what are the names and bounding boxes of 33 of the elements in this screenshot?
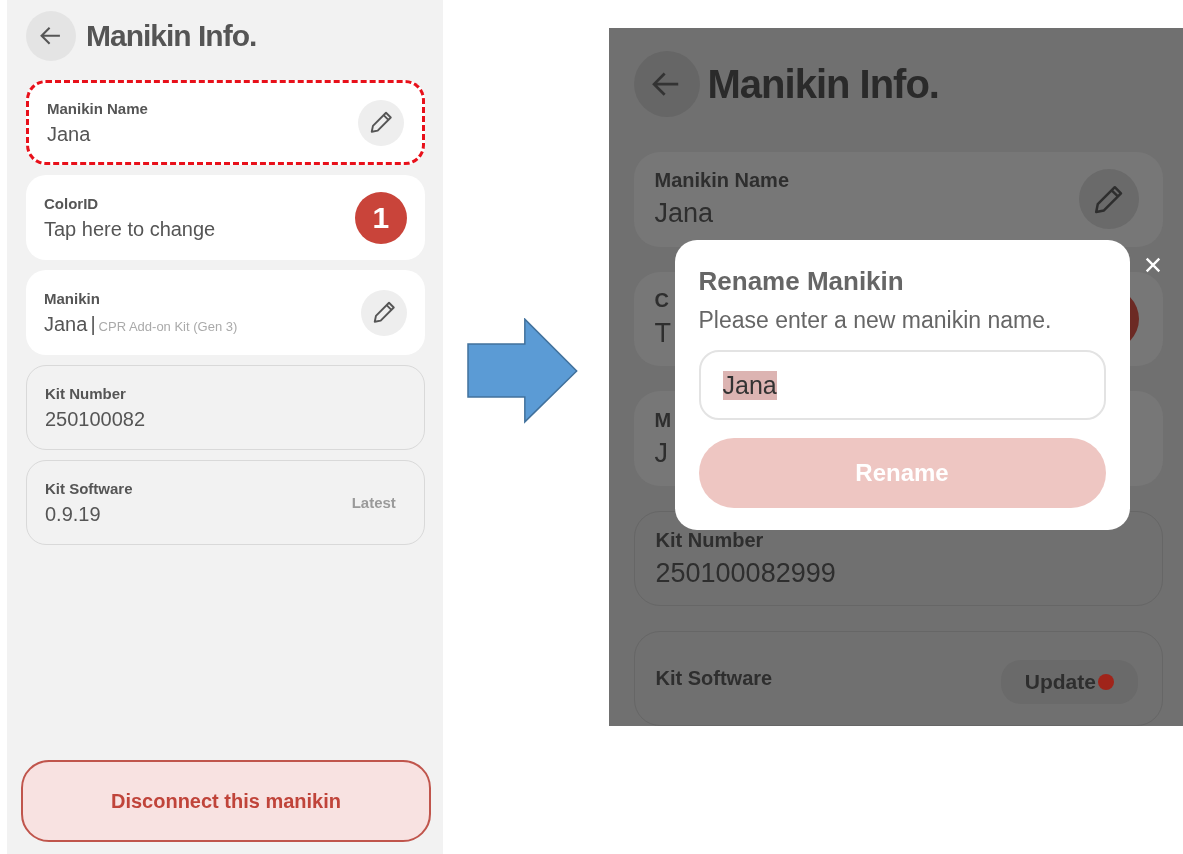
field-value: T [654,318,671,349]
field-value: 250100082 [45,407,146,431]
kit-model-text: CPR Add-on Kit (Gen 3) [98,318,238,334]
field-value: 0.9.19 [45,502,102,526]
back-button[interactable] [26,11,76,61]
field-label: Manikin Name [47,99,148,117]
field-value: J [654,437,669,469]
color-id-badge[interactable]: 1 [354,191,407,244]
name-input-field[interactable]: Jana [698,350,1106,420]
screen-title: Manikin Info. [707,61,939,107]
dialog-message: Please enter a new manikin name. [698,307,1053,334]
disconnect-button[interactable]: Disconnect this manikin [21,760,431,842]
status-text: Latest [351,494,396,511]
field-label: M [654,408,672,432]
field-label: ColorID [44,194,100,212]
field-label: Kit Software [655,667,773,690]
field-label: C [654,289,670,312]
field-value: 250100082999 [655,557,836,589]
screen-title: Manikin Info. [86,19,257,53]
right-arrow-icon [466,318,579,424]
dialog-title: Rename Manikin [698,266,905,297]
update-button[interactable]: Update [1000,660,1138,704]
field-value: Jana [47,122,92,146]
field-label: Kit Number [45,384,127,402]
field-label: Manikin [44,289,101,307]
field-value: Tap here to change [44,217,216,241]
field-label: Kit Software [45,479,133,497]
field-value: Jana [44,312,88,336]
separator-text: | [90,312,96,336]
close-icon[interactable] [1143,256,1162,274]
field-label: Kit Number [655,528,765,552]
field-label: Manikin Name [654,169,789,193]
field-value: Jana [654,198,715,230]
